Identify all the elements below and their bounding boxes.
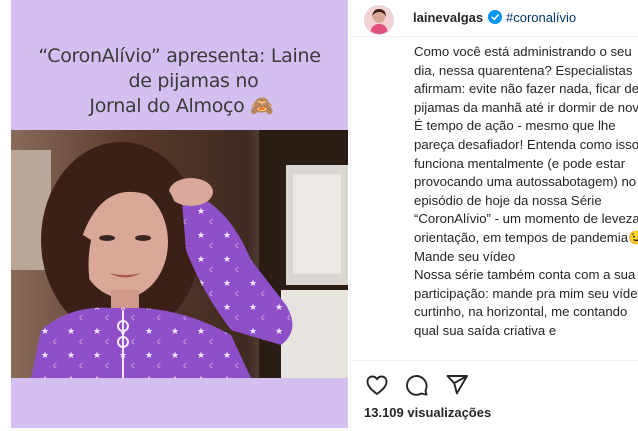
heart-icon[interactable] bbox=[365, 373, 389, 397]
media-caption-line: “CoronAlívio” apresenta: Laine bbox=[38, 45, 321, 67]
post-header: lainevalgas #coronalívio bbox=[351, 0, 638, 37]
avatar-image bbox=[365, 6, 393, 34]
post-description: Como você está administrando o seu dia, … bbox=[414, 44, 638, 338]
username-link[interactable]: lainevalgas bbox=[413, 10, 483, 25]
views-count[interactable]: 13.109 visualizações bbox=[364, 405, 491, 420]
post-details-panel: lainevalgas #coronalívio Como você está … bbox=[350, 0, 638, 428]
comment-icon[interactable] bbox=[405, 373, 429, 397]
video-frame[interactable]: ★ ☾ bbox=[11, 130, 348, 378]
post-media[interactable]: “CoronAlívio” apresenta: Laine de pijama… bbox=[0, 0, 350, 428]
woman-in-pajamas-illustration: ★ ☾ bbox=[11, 130, 348, 378]
avatar[interactable] bbox=[364, 5, 394, 35]
media-caption: “CoronAlívio” apresenta: Laine de pijama… bbox=[11, 44, 348, 119]
share-icon[interactable] bbox=[445, 373, 469, 397]
hashtag-link[interactable]: #coronalívio bbox=[506, 10, 576, 25]
action-bar: 13.109 visualizações bbox=[351, 360, 638, 431]
media-caption-line: Jornal do Almoço 🙈 bbox=[89, 95, 274, 117]
media-caption-line: de pijamas no bbox=[128, 70, 259, 92]
verified-badge-icon bbox=[488, 10, 502, 24]
